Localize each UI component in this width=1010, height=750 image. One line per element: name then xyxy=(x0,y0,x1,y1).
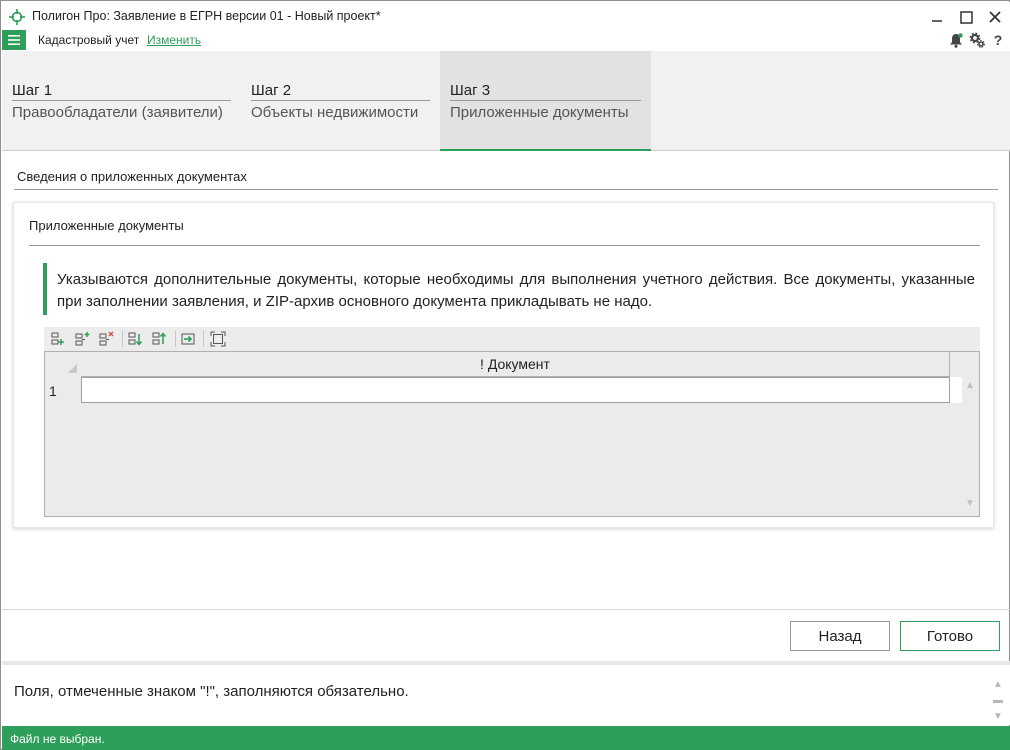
change-context-link[interactable]: Изменить xyxy=(147,33,201,47)
step-3-number: Шаг 3 xyxy=(450,82,641,101)
panel-title: Приложенные документы xyxy=(29,218,184,233)
minimize-button[interactable] xyxy=(926,7,948,27)
status-bar: Файл не выбран. xyxy=(2,726,1010,750)
info-accent-bar xyxy=(43,263,47,315)
step-1-title: Правообладатели (заявители) xyxy=(12,104,223,121)
hint-scrollbar[interactable]: ▲ ▬ ▼ xyxy=(992,677,1004,725)
attached-documents-panel: Приложенные документы Указываются дополн… xyxy=(13,202,994,528)
scroll-down-arrow[interactable]: ▼ xyxy=(965,498,975,509)
select-all-corner[interactable] xyxy=(45,352,81,377)
documents-grid: ! Документ 1 ▲ ▼ xyxy=(44,351,980,517)
toolbar-separator xyxy=(175,331,176,347)
window-title: Полигон Про: Заявление в ЕГРН версии 01 … xyxy=(32,9,381,23)
import-icon[interactable] xyxy=(179,330,197,348)
toolbar-separator xyxy=(203,331,204,347)
hint-panel: Поля, отмеченные знаком "!", заполняются… xyxy=(2,661,1010,725)
step-1-number: Шаг 1 xyxy=(12,82,231,101)
step-2-title: Объекты недвижимости xyxy=(251,104,419,121)
toolbar-separator xyxy=(122,331,123,347)
delete-row-icon[interactable] xyxy=(97,330,115,348)
app-window: Полигон Про: Заявление в ЕГРН версии 01 … xyxy=(0,0,1010,750)
insert-row-icon[interactable] xyxy=(73,330,91,348)
row-filler xyxy=(950,377,962,403)
footer-divider xyxy=(2,609,1010,610)
step-2-tab[interactable]: Шаг 2 Объекты недвижимости xyxy=(240,51,440,151)
section-title: Сведения о приложенных документах xyxy=(17,169,247,184)
menu-bar: Кадастровый учет Изменить ? xyxy=(2,30,1010,51)
gears-icon[interactable] xyxy=(968,31,986,49)
step-3-tab[interactable]: Шаг 3 Приложенные документы xyxy=(440,51,651,151)
move-up-icon[interactable] xyxy=(150,330,168,348)
context-label: Кадастровый учет xyxy=(38,33,140,47)
maximize-button[interactable] xyxy=(955,7,977,27)
section-divider xyxy=(14,189,998,190)
bell-icon[interactable] xyxy=(947,31,965,49)
question-icon[interactable]: ? xyxy=(989,31,1007,49)
fullscreen-icon[interactable] xyxy=(209,330,227,348)
grid-toolbar xyxy=(44,327,980,351)
wizard-steps: Шаг 1 Правообладатели (заявители) Шаг 2 … xyxy=(2,51,1010,151)
row-number: 1 xyxy=(49,383,57,399)
document-cell[interactable] xyxy=(81,377,950,403)
back-button[interactable]: Назад xyxy=(790,621,890,651)
move-down-icon[interactable] xyxy=(126,330,144,348)
title-bar: Полигон Про: Заявление в ЕГРН версии 01 … xyxy=(2,2,1010,30)
step-3-title: Приложенные документы xyxy=(450,104,629,121)
crosshair-icon xyxy=(9,9,25,25)
header-divider xyxy=(949,352,950,377)
step-2-number: Шаг 2 xyxy=(251,82,430,101)
info-text: Указываются дополнительные документы, ко… xyxy=(57,271,975,310)
hamburger-icon[interactable] xyxy=(2,30,26,50)
step-1-tab[interactable]: Шаг 1 Правообладатели (заявители) xyxy=(2,51,240,151)
status-text: Файл не выбран. xyxy=(10,732,105,746)
hint-text: Поля, отмеченные знаком "!", заполняются… xyxy=(14,683,409,700)
panel-divider xyxy=(29,245,980,246)
close-button[interactable] xyxy=(984,7,1006,27)
done-button[interactable]: Готово xyxy=(900,621,1000,651)
scroll-up-arrow[interactable]: ▲ xyxy=(965,380,975,391)
add-row-icon[interactable] xyxy=(49,330,67,348)
column-header-document[interactable]: ! Документ xyxy=(81,352,949,377)
